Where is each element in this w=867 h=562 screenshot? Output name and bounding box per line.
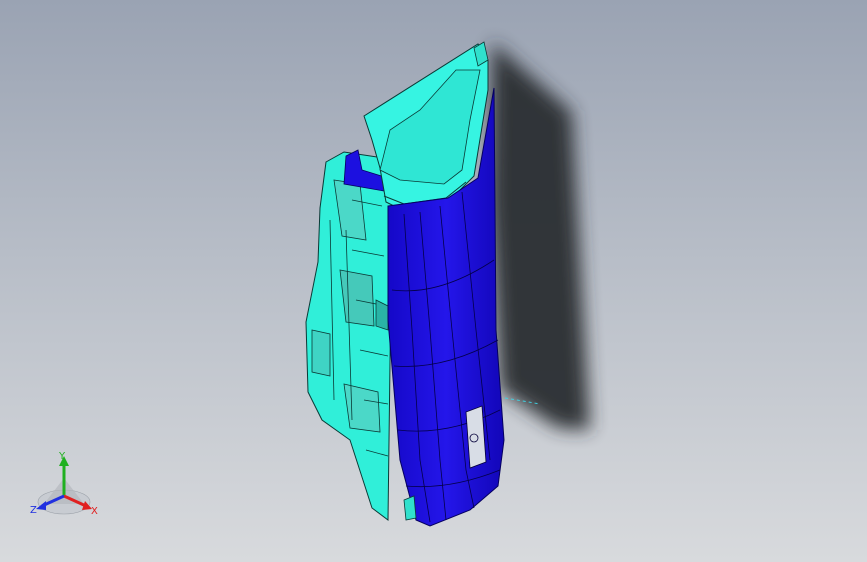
z-axis-label: Z (30, 505, 37, 516)
bottom-mount-tab (403, 495, 417, 521)
y-axis-label: Y (59, 451, 66, 462)
model-scene[interactable] (0, 0, 867, 562)
label-plate[interactable] (465, 405, 487, 469)
model-shadow (490, 42, 590, 430)
3d-viewport[interactable]: Y X Z (0, 0, 867, 562)
x-axis-label: X (91, 506, 98, 517)
